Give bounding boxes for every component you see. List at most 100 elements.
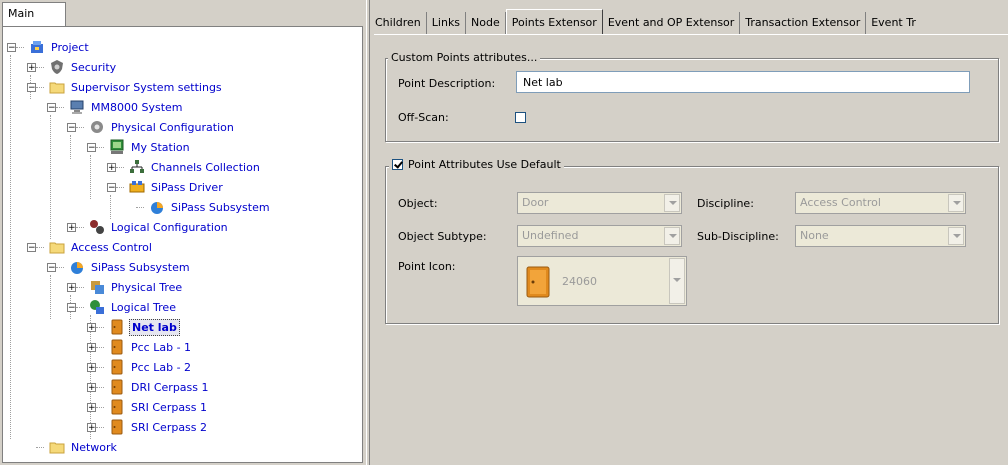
point-description-label: Point Description: — [398, 77, 496, 90]
tree-item[interactable]: SiPass Subsystem — [69, 257, 192, 277]
tree-expander[interactable]: − — [47, 103, 56, 113]
tree-item-label: Supervisor System settings — [71, 80, 222, 94]
discipline-value: Access Control — [800, 196, 881, 209]
tree-item-label: SiPass Subsystem — [171, 200, 270, 214]
tree-expander[interactable]: + — [87, 323, 96, 333]
tree-expander[interactable]: − — [67, 123, 76, 133]
tree-item[interactable]: Security — [49, 57, 118, 77]
object-value: Door — [522, 196, 549, 209]
tree-item-label: Channels Collection — [151, 160, 260, 174]
tree-expander[interactable]: + — [107, 163, 116, 173]
tree-expander[interactable]: + — [87, 403, 96, 413]
tree-item[interactable]: Supervisor System settings — [49, 77, 224, 97]
object-subtype-label: Object Subtype: — [398, 230, 487, 243]
tree-expander[interactable]: + — [67, 223, 76, 233]
tab-event-op-extensor[interactable]: Event and OP Extensor — [603, 12, 741, 34]
tree-expander[interactable]: + — [87, 383, 96, 393]
tree-item[interactable]: Network — [49, 437, 119, 457]
tree-item-label: SiPass Driver — [151, 180, 223, 194]
discipline-select[interactable]: Access Control — [795, 192, 966, 214]
logical-icon — [89, 219, 105, 235]
point-description-input[interactable] — [516, 71, 970, 93]
tree-expander[interactable]: − — [67, 303, 76, 313]
tree-item[interactable]: Pcc Lab - 1 — [109, 337, 193, 357]
tab-points-extensor[interactable]: Points Extensor — [505, 9, 603, 34]
logical-tree-icon — [89, 299, 105, 315]
use-default-checkbox[interactable] — [392, 159, 403, 170]
tree-item[interactable]: Physical Tree — [89, 277, 184, 297]
tree-item-label: DRI Cerpass 1 — [131, 380, 209, 394]
tree-item-label: Physical Tree — [111, 280, 183, 294]
tree-item[interactable]: Access Control — [49, 237, 154, 257]
point-icon-label: Point Icon: — [398, 260, 456, 273]
use-default-legend: Point Attributes Use Default — [389, 158, 564, 171]
right-pane: Children Links Node Points Extensor Even… — [370, 0, 1008, 465]
tree-item-label: SRI Cerpass 2 — [131, 420, 208, 434]
object-subtype-value: Undefined — [522, 229, 579, 242]
object-label: Object: — [398, 197, 438, 210]
object-select[interactable]: Door — [517, 192, 682, 214]
tree-item-label: Project — [51, 40, 89, 54]
tree-expander[interactable]: − — [27, 243, 36, 253]
tree-expander[interactable]: − — [87, 143, 96, 153]
discipline-label: Discipline: — [697, 197, 754, 210]
tree-item-label: SiPass Subsystem — [91, 260, 190, 274]
tree-item[interactable]: Physical Configuration — [89, 117, 236, 137]
subsystem-icon — [69, 259, 85, 275]
tree-item[interactable]: Project — [29, 37, 91, 57]
tree-item[interactable]: MM8000 System — [69, 97, 185, 117]
tree-expander[interactable]: + — [87, 423, 96, 433]
tree-item[interactable]: DRI Cerpass 1 — [109, 377, 211, 397]
tree-item[interactable]: My Station — [109, 137, 192, 157]
tree-item-label: My Station — [131, 140, 190, 154]
tree-item[interactable]: Net lab — [109, 317, 180, 337]
tree-expander[interactable]: + — [87, 343, 96, 353]
custom-points-legend: Custom Points attributes... — [388, 51, 541, 64]
tab-transaction-extensor[interactable]: Transaction Extensor — [740, 12, 867, 34]
tree-item-label: Pcc Lab - 2 — [131, 360, 192, 374]
point-icon-value: 24060 — [562, 275, 597, 288]
tree-expander[interactable]: − — [27, 83, 36, 93]
tab-bar: Children Links Node Points Extensor Even… — [370, 9, 921, 34]
tree-item[interactable]: SRI Cerpass 2 — [109, 417, 209, 437]
tree-item-label: Logical Configuration — [111, 220, 228, 234]
tab-main[interactable]: Main — [2, 2, 66, 26]
gear-icon — [89, 119, 105, 135]
door-icon — [526, 266, 550, 298]
tree-expander[interactable]: − — [7, 43, 16, 53]
door-icon — [109, 379, 125, 395]
folder-icon — [49, 79, 65, 95]
door-icon — [109, 339, 125, 355]
tree-item[interactable]: Logical Configuration — [89, 217, 230, 237]
off-scan-checkbox[interactable] — [515, 112, 526, 123]
project-tree[interactable]: − Project + Security − Supervisor System sett… — [2, 26, 363, 463]
use-default-label: Point Attributes Use Default — [408, 158, 561, 171]
sub-discipline-select[interactable]: None — [795, 225, 966, 247]
door-icon — [109, 419, 125, 435]
tree-expander[interactable]: + — [67, 283, 76, 293]
tree-item[interactable]: Pcc Lab - 2 — [109, 357, 193, 377]
tree-item[interactable]: SiPass Subsystem — [149, 197, 272, 217]
door-icon — [109, 399, 125, 415]
tree-item-label: MM8000 System — [91, 100, 183, 114]
tab-event-tr[interactable]: Event Tr — [866, 12, 921, 34]
tree-expander[interactable]: + — [87, 363, 96, 373]
tree-expander[interactable]: − — [107, 183, 116, 193]
tree-item-label: Network — [71, 440, 117, 454]
tree-item[interactable]: SiPass Driver — [129, 177, 225, 197]
tab-children[interactable]: Children — [370, 12, 427, 34]
tree-item[interactable]: SRI Cerpass 1 — [109, 397, 209, 417]
tree-expander[interactable]: − — [47, 263, 56, 273]
physical-tree-icon — [89, 279, 105, 295]
tab-links[interactable]: Links — [427, 12, 467, 34]
point-icon-select[interactable]: 24060 — [517, 256, 687, 306]
tree-expander[interactable]: + — [27, 63, 36, 73]
chevron-down-icon — [948, 194, 964, 212]
folder-icon — [49, 439, 65, 455]
subsystem-icon — [149, 199, 165, 215]
tree-item[interactable]: Logical Tree — [89, 297, 178, 317]
object-subtype-select[interactable]: Undefined — [517, 225, 682, 247]
tab-node[interactable]: Node — [466, 12, 506, 34]
off-scan-label: Off-Scan: — [398, 111, 449, 124]
tree-item[interactable]: Channels Collection — [129, 157, 262, 177]
